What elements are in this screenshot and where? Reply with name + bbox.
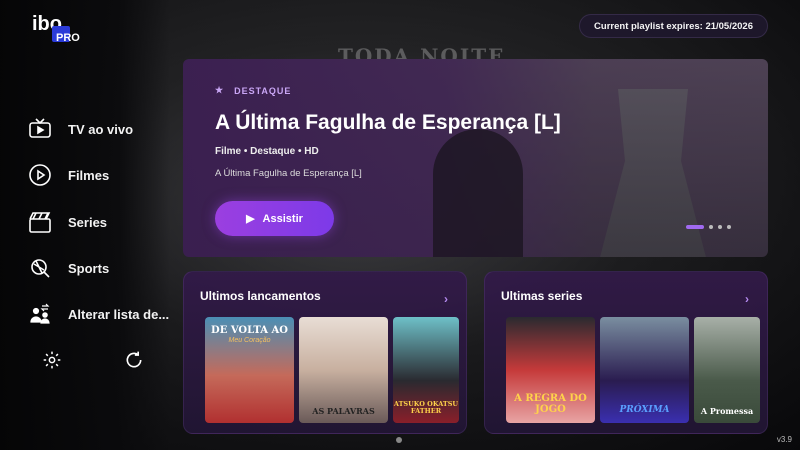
featured-badge: ★ DESTAQUE: [215, 85, 291, 96]
carousel-dot[interactable]: [718, 225, 722, 229]
poster-title: DE VOLTA AO: [211, 325, 288, 336]
playlist-expiry-badge: Current playlist expires: 21/05/2026: [579, 14, 768, 38]
poster-caption: A Promessa: [700, 405, 754, 416]
sidebar-item-label: TV ao vivo: [68, 121, 134, 137]
hero-backdrop-tower: [597, 89, 709, 257]
poster-card[interactable]: A REGRA DO JOGO: [506, 317, 595, 423]
hero-backdrop-figure: [433, 129, 523, 257]
play-icon: ▶: [246, 213, 255, 225]
carousel-indicators: [686, 225, 731, 229]
sidebar-item-label: Alterar lista de...: [68, 306, 170, 322]
sidebar-item-label: Series: [68, 214, 108, 230]
tv-icon: [28, 117, 52, 141]
star-icon: ★: [215, 85, 225, 95]
row-latest-series: Ultimas series › A REGRA DO JOGO PRÓXIMA…: [484, 271, 768, 434]
watch-button[interactable]: ▶ Assistir: [215, 201, 334, 236]
watch-button-label: Assistir: [262, 212, 303, 225]
sports-ball-icon: [28, 256, 52, 280]
poster-caption: AS PALAVRAS: [312, 405, 375, 416]
sidebar-item-series[interactable]: Series: [28, 210, 107, 234]
poster-card[interactable]: AS PALAVRAS: [299, 317, 388, 423]
poster-card[interactable]: A Promessa: [694, 317, 760, 423]
featured-badge-label: DESTAQUE: [234, 85, 292, 96]
app-version: v3.9: [776, 435, 792, 444]
sidebar-item-filmes[interactable]: Filmes: [28, 163, 109, 187]
row-latest-releases: Ultimos lancamentos › DE VOLTA AO Meu Co…: [183, 271, 467, 434]
switch-users-icon: [28, 302, 52, 326]
sidebar-item-label: Sports: [68, 260, 110, 276]
sidebar-item-label: Filmes: [68, 167, 110, 183]
row-title: Ultimas series: [501, 289, 583, 303]
carousel-dot[interactable]: [686, 225, 704, 229]
gear-icon[interactable]: [42, 350, 62, 375]
sidebar-item-sports[interactable]: Sports: [28, 256, 109, 280]
poster-list: DE VOLTA AO Meu Coração AS PALAVRAS ATSU…: [205, 317, 459, 423]
poster-caption: ATSUKO OKATSU FATHER: [393, 400, 459, 416]
poster-subtitle: Meu Coração: [228, 337, 271, 344]
chevron-right-icon[interactable]: ›: [745, 292, 749, 306]
row-title: Ultimos lancamentos: [200, 289, 321, 303]
hero-meta: Filme • Destaque • HD: [215, 146, 319, 157]
refresh-icon[interactable]: [124, 350, 144, 375]
sidebar: ibo PRO TV ao vivo Filmes Series Sports …: [0, 0, 170, 450]
sidebar-item-switch-playlist[interactable]: Alterar lista de...: [28, 302, 169, 326]
poster-caption: A REGRA DO JOGO: [514, 393, 587, 415]
carousel-dot[interactable]: [709, 225, 713, 229]
poster-card[interactable]: ATSUKO OKATSU FATHER: [393, 317, 459, 423]
featured-hero-banner[interactable]: ★ DESTAQUE A Última Fagulha de Esperança…: [183, 59, 768, 257]
hero-title: A Última Fagulha de Esperança [L]: [215, 111, 561, 134]
poster-caption: PRÓXIMA: [619, 404, 670, 415]
poster-card[interactable]: PRÓXIMA: [600, 317, 689, 423]
sidebar-bottom-actions: [42, 350, 144, 375]
page-indicator-dot: [396, 437, 402, 443]
poster-card[interactable]: DE VOLTA AO Meu Coração: [205, 317, 294, 423]
logo-text-bottom: PRO: [56, 32, 80, 44]
carousel-dot[interactable]: [727, 225, 731, 229]
clapperboard-icon: [28, 210, 52, 234]
chevron-right-icon[interactable]: ›: [444, 292, 448, 306]
app-logo: ibo PRO: [32, 13, 80, 44]
play-circle-icon: [28, 163, 52, 187]
sidebar-item-tv[interactable]: TV ao vivo: [28, 117, 133, 141]
hero-description: A Última Fagulha de Esperança [L]: [215, 168, 362, 179]
poster-list: A REGRA DO JOGO PRÓXIMA A Promessa: [506, 317, 760, 423]
